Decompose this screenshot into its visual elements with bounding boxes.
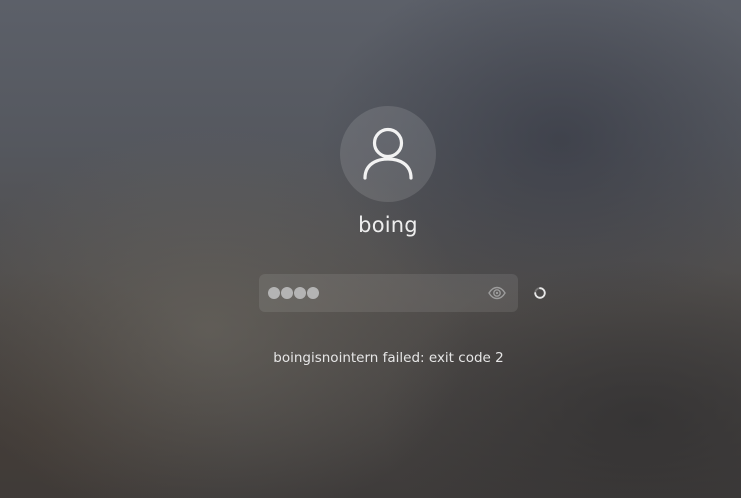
password-dot — [307, 287, 319, 299]
authenticating-spinner — [533, 286, 547, 300]
password-dot — [268, 287, 280, 299]
password-dot — [294, 287, 306, 299]
lock-screen: boing boingisnointern failed: exit code … — [0, 0, 741, 498]
username-label: boing — [358, 213, 418, 237]
auth-error-message: boingisnointern failed: exit code 2 — [273, 350, 504, 366]
eye-icon — [488, 286, 506, 300]
password-field[interactable] — [259, 274, 518, 312]
password-dot — [281, 287, 293, 299]
password-mask — [268, 286, 319, 300]
user-avatar — [340, 106, 436, 202]
reveal-password-button[interactable] — [487, 284, 507, 302]
user-icon — [363, 127, 413, 180]
spinner-icon — [534, 287, 546, 299]
